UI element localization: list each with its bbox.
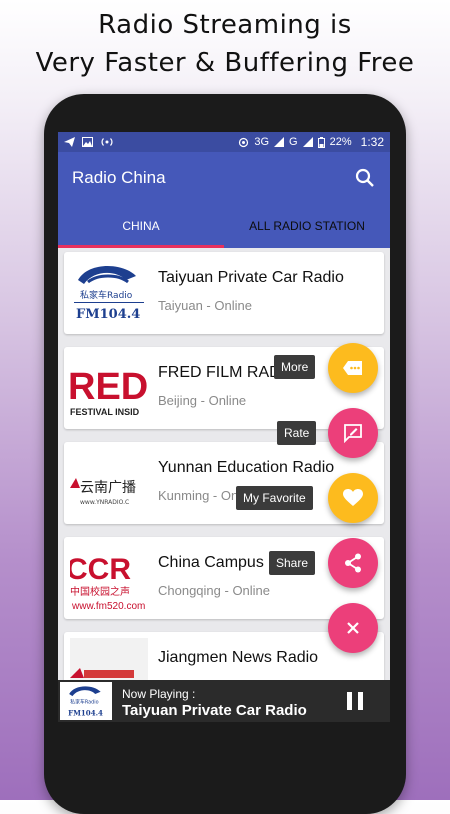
rate-icon — [344, 424, 362, 443]
app-bar: Radio China — [58, 152, 390, 204]
logo-text: CCR — [70, 553, 131, 586]
station-location: Kunming - On — [158, 488, 239, 503]
pause-icon[interactable] — [346, 692, 364, 710]
now-playing-title: Taiyuan Private Car Radio — [122, 702, 307, 719]
heart-icon — [343, 489, 363, 506]
battery-icon — [317, 136, 325, 148]
tab-all-radio-station[interactable]: ALL RADIO STATION — [224, 204, 390, 248]
svg-text:www.fm520.com: www.fm520.com — [71, 601, 145, 612]
station-card[interactable]: 私家车Radio FM104.4 Taiyuan Private Car Rad… — [64, 252, 384, 334]
favorite-button[interactable] — [328, 473, 378, 523]
station-location: Taiyuan - Online — [158, 298, 252, 313]
station-name: Yunnan Education Radio — [158, 459, 335, 476]
share-button[interactable] — [328, 538, 378, 588]
logo-text: 云南广播 — [80, 480, 136, 496]
signal-icon — [274, 137, 285, 147]
svg-text:www.YNRADIO.C: www.YNRADIO.C — [80, 499, 129, 506]
my-favorite-tooltip: My Favorite — [236, 486, 313, 510]
signal-icon-2 — [302, 137, 313, 147]
station-logo: RED FESTIVAL INSID — [70, 353, 148, 423]
svg-text:FESTIVAL INSID: FESTIVAL INSID — [70, 407, 140, 417]
close-menu-button[interactable] — [328, 603, 378, 653]
station-name: Taiyuan Private Car Radio — [158, 269, 344, 286]
tab-china[interactable]: CHINA — [58, 204, 224, 248]
more-button[interactable] — [328, 343, 378, 393]
image-icon — [82, 137, 93, 147]
svg-text:私家车Radio: 私家车Radio — [70, 699, 98, 706]
station-name: Jiangmen News Radio — [158, 649, 319, 666]
more-icon — [343, 361, 362, 375]
svg-text:私家车Radio: 私家车Radio — [80, 289, 133, 301]
svg-text:中国校园之声: 中国校园之声 — [70, 585, 130, 598]
logo-text: RED — [70, 366, 148, 408]
more-tooltip: More — [274, 355, 316, 379]
clock: 1:32 — [360, 135, 384, 149]
app-title: Radio China — [72, 168, 166, 187]
station-name: China Campus — [158, 554, 264, 571]
rate-button[interactable] — [328, 408, 378, 458]
now-playing-label: Now Playing : — [122, 687, 196, 701]
station-logo: 云南广播 www.YNRADIO.C — [70, 448, 148, 518]
status-bar: 3G G 22% 1:32 — [58, 132, 390, 152]
search-icon[interactable] — [354, 167, 376, 189]
share-tooltip: Share — [269, 551, 316, 575]
cast-icon — [101, 138, 113, 146]
send-icon — [64, 137, 75, 147]
station-logo: CCR 中国校园之声 www.fm520.com — [70, 543, 148, 613]
promo-line-2: Very Faster & Buffering Free — [35, 48, 415, 78]
station-location: Chongqing - Online — [158, 583, 271, 598]
share-icon — [345, 553, 361, 573]
now-playing-logo: 私家车Radio FM104.4 — [60, 682, 112, 720]
app-screen: 3G G 22% 1:32 Radio China CHINA ALL RADI… — [58, 132, 390, 722]
now-playing-bar[interactable]: 私家车Radio FM104.4 Now Playing : Taiyuan P… — [58, 680, 390, 722]
svg-text:FM104.4: FM104.4 — [68, 709, 103, 718]
network-type-2: G — [289, 136, 298, 148]
hotspot-icon — [239, 137, 249, 147]
promo-headline: Radio Streaming is Very Faster & Bufferi… — [0, 6, 450, 82]
logo-text: FM104.4 — [76, 307, 140, 322]
tab-bar: CHINA ALL RADIO STATION — [58, 204, 390, 248]
close-icon — [347, 622, 359, 634]
network-type: 3G — [254, 136, 270, 148]
station-location: Beijing - Online — [158, 393, 247, 408]
station-name: FRED FILM RAD — [158, 364, 281, 381]
battery-level: 22% — [329, 136, 352, 148]
station-logo: 私家车Radio FM104.4 — [70, 258, 148, 328]
rate-tooltip: Rate — [277, 421, 317, 445]
promo-line-1: Radio Streaming is — [98, 10, 352, 40]
